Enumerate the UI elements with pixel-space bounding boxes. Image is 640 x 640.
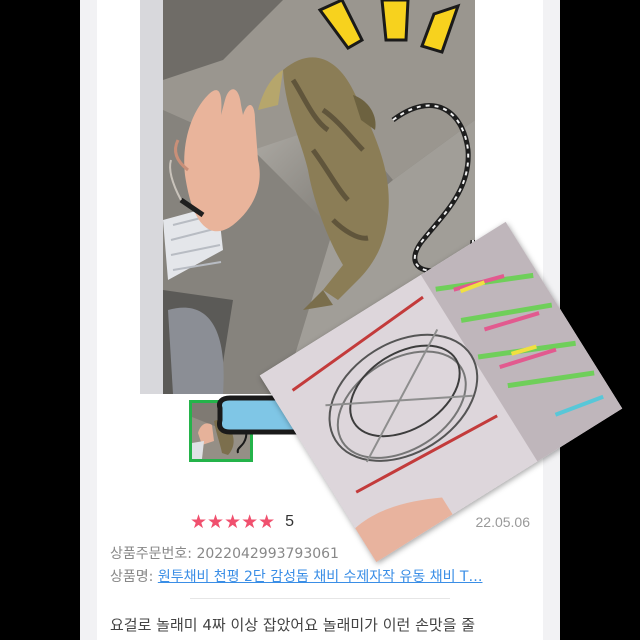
rating-row: ★★★★★ 5 — [190, 510, 294, 534]
order-number: 2022042993793061 — [196, 546, 339, 562]
divider — [190, 598, 450, 599]
review-date: 22.05.06 — [475, 514, 531, 530]
order-number-line: 상품주문번호: 2022042993793061 — [110, 543, 339, 563]
order-number-label: 상품주문번호: — [110, 546, 192, 562]
product-name-link[interactable]: 원투채비 천평 2단 감성돔 채비 수제자작 유동 채비 T… — [158, 569, 483, 585]
rating-value: 5 — [285, 513, 295, 530]
review-text: 요걸로 놀래미 4짜 이상 잡았어요 놀래미가 이런 손맛을 줄 — [110, 616, 476, 634]
sparkle-icon — [317, 0, 461, 54]
product-name-label: 상품명: — [110, 569, 154, 585]
star-icon: ★★★★★ — [190, 511, 276, 533]
product-name-line: 상품명: 원투채비 천평 2단 감성돔 채비 수제자작 유동 채비 T… — [110, 566, 528, 586]
